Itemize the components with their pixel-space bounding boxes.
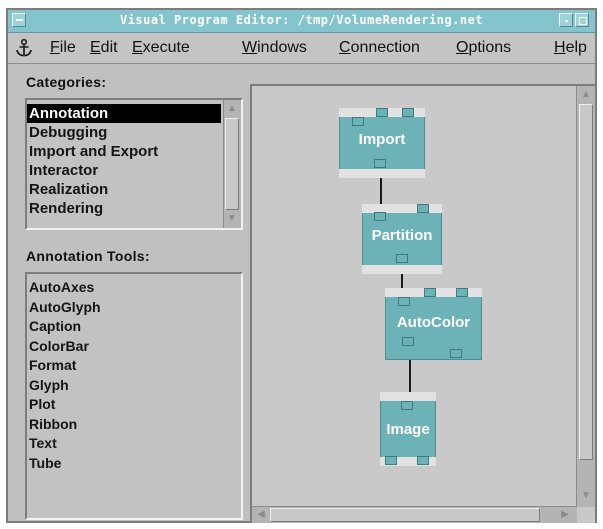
scroll-left-icon[interactable]: ◀	[254, 508, 268, 522]
canvas-vertical-scrollbar[interactable]: ▲ ▼	[576, 86, 595, 507]
window-title: Visual Program Editor: /tmp/VolumeRender…	[119, 13, 484, 27]
tool-item-caption[interactable]: Caption	[27, 317, 237, 337]
output-port[interactable]	[374, 159, 386, 168]
tools-list[interactable]: AutoAxes AutoGlyph Caption ColorBar Form…	[25, 272, 243, 520]
module-label: Image	[386, 421, 430, 438]
scroll-right-icon[interactable]: ▶	[558, 508, 572, 522]
menu-bar: File Edit Execute Windows Connection Opt…	[8, 33, 595, 64]
tool-item-glyph[interactable]: Glyph	[27, 376, 237, 396]
output-port[interactable]	[450, 349, 462, 358]
input-port[interactable]	[424, 288, 436, 297]
network-workspace[interactable]: Import Partition AutoColor Image	[252, 86, 577, 505]
module-image[interactable]: Image	[380, 392, 436, 466]
module-label: Import	[358, 131, 406, 148]
canvas-horizontal-thumb[interactable]	[270, 508, 540, 522]
tool-item-autoaxes[interactable]: AutoAxes	[27, 278, 237, 298]
categories-list[interactable]: Annotation Debugging Import and Export I…	[25, 98, 243, 230]
tool-item-format[interactable]: Format	[27, 356, 237, 376]
menu-connection[interactable]: Connection	[339, 39, 420, 57]
menu-options[interactable]: Options	[456, 39, 511, 57]
maximize-button[interactable]	[575, 13, 589, 27]
output-port[interactable]	[396, 254, 408, 263]
categories-scrollbar[interactable]: ▲ ▼	[223, 100, 241, 228]
output-port[interactable]	[385, 456, 397, 465]
input-port[interactable]	[456, 288, 468, 297]
module-autocolor[interactable]: AutoColor	[385, 288, 482, 360]
module-label: AutoColor	[396, 314, 471, 331]
tool-item-autoglyph[interactable]: AutoGlyph	[27, 298, 237, 318]
module-import[interactable]: Import	[339, 108, 425, 178]
categories-scroll-thumb[interactable]	[225, 118, 239, 210]
scroll-up-icon[interactable]: ▲	[579, 88, 593, 102]
tool-item-tube[interactable]: Tube	[27, 454, 237, 474]
category-item-import-export[interactable]: Import and Export	[27, 142, 221, 161]
anchor-icon[interactable]	[14, 38, 34, 58]
category-item-realization[interactable]: Realization	[27, 180, 221, 199]
module-partition[interactable]: Partition	[362, 204, 442, 274]
menu-help[interactable]: Help	[554, 39, 587, 57]
canvas-vertical-thumb[interactable]	[579, 104, 593, 460]
category-item-annotation[interactable]: Annotation	[27, 104, 221, 123]
window-menu-button[interactable]	[12, 13, 26, 27]
input-port[interactable]	[401, 401, 413, 410]
module-label: Partition	[371, 227, 433, 244]
canvas-horizontal-scrollbar[interactable]: ◀ ▶	[252, 506, 577, 523]
category-item-interactor[interactable]: Interactor	[27, 161, 221, 180]
categories-label: Categories:	[26, 74, 107, 90]
scroll-down-icon[interactable]: ▼	[579, 489, 593, 503]
tool-item-ribbon[interactable]: Ribbon	[27, 415, 237, 435]
scroll-down-icon[interactable]: ▼	[225, 212, 239, 226]
module-input-band	[380, 392, 436, 401]
title-bar[interactable]: Visual Program Editor: /tmp/VolumeRender…	[8, 10, 595, 33]
tool-item-plot[interactable]: Plot	[27, 395, 237, 415]
menu-execute[interactable]: Execute	[132, 39, 190, 57]
menu-file[interactable]: File	[50, 39, 76, 57]
category-item-debugging[interactable]: Debugging	[27, 123, 221, 142]
window-menu-icon	[16, 19, 23, 21]
maximize-icon	[579, 17, 587, 25]
input-port[interactable]	[376, 108, 388, 117]
menu-edit[interactable]: Edit	[90, 39, 118, 57]
output-port[interactable]	[417, 456, 429, 465]
tool-item-text[interactable]: Text	[27, 434, 237, 454]
tool-item-colorbar[interactable]: ColorBar	[27, 337, 237, 357]
output-port[interactable]	[402, 337, 414, 346]
palette-pane: Categories: Annotation Debugging Import …	[8, 64, 246, 521]
module-output-band	[362, 265, 442, 274]
network-canvas[interactable]: Import Partition AutoColor Image ▲ ▼ ◀ ▶	[250, 84, 595, 523]
minimize-button[interactable]	[559, 13, 573, 27]
scroll-up-icon[interactable]: ▲	[225, 102, 239, 116]
module-output-band	[339, 169, 425, 178]
input-port[interactable]	[402, 108, 414, 117]
minimize-icon	[565, 20, 568, 22]
input-port[interactable]	[352, 117, 364, 126]
input-port[interactable]	[398, 297, 410, 306]
tools-label: Annotation Tools:	[26, 248, 150, 264]
category-item-rendering[interactable]: Rendering	[27, 199, 221, 218]
menu-windows[interactable]: Windows	[242, 39, 307, 57]
input-port[interactable]	[417, 204, 429, 213]
input-port[interactable]	[374, 212, 386, 221]
visual-program-editor-window: Visual Program Editor: /tmp/VolumeRender…	[6, 8, 597, 523]
